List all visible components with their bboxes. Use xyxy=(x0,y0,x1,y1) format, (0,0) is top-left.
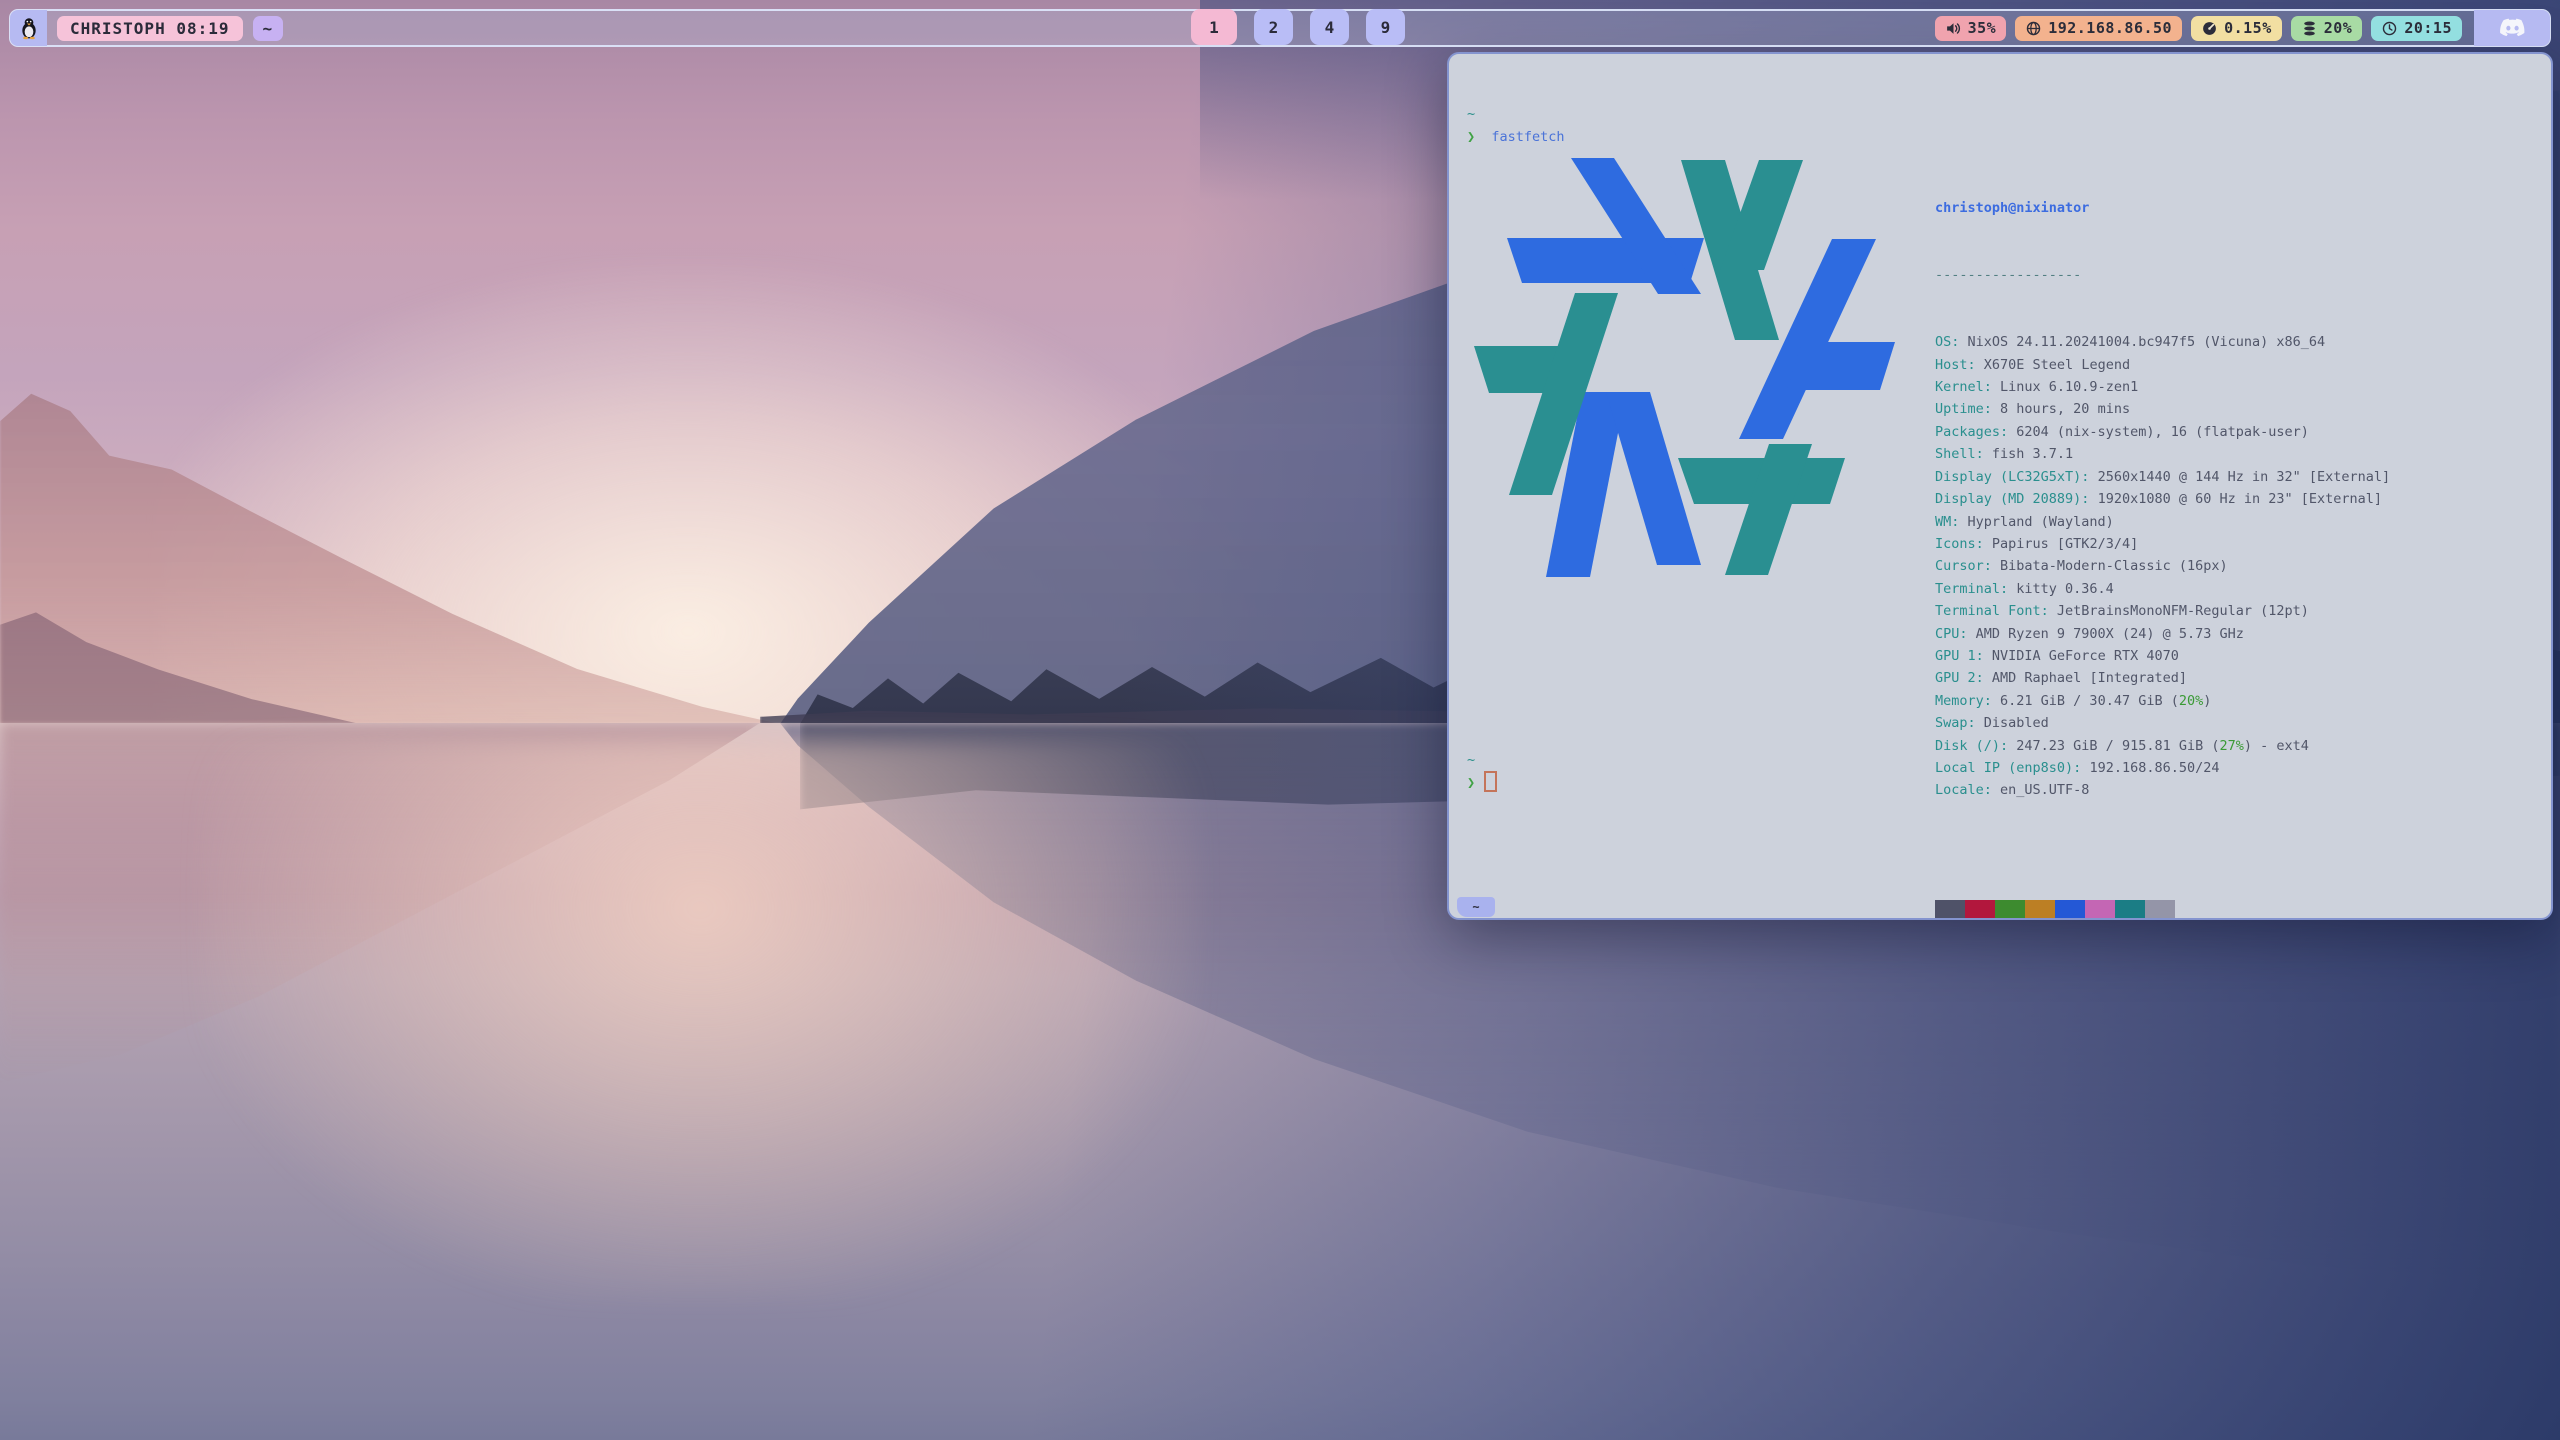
module-value: 192.168.86.50 xyxy=(2048,19,2172,37)
fastfetch-entry: Display (MD 20889): 1920x1080 @ 60 Hz in… xyxy=(1935,488,2390,510)
prompt-path-line: ~ xyxy=(1467,103,1475,125)
fastfetch-entry: Kernel: Linux 6.10.9-zen1 xyxy=(1935,376,2390,398)
workspace-button-1[interactable]: 1 xyxy=(1191,9,1237,45)
launcher-button[interactable] xyxy=(10,10,47,46)
fastfetch-entry: Disk (/): 247.23 GiB / 915.81 GiB (27%) … xyxy=(1935,735,2390,757)
memory-module[interactable]: 20% xyxy=(2291,16,2363,41)
fastfetch-title: christoph@nixinator xyxy=(1935,197,2390,219)
fastfetch-entry: Host: X670E Steel Legend xyxy=(1935,354,2390,376)
desktop: CHRISTOPH 08:19 ~ 1249 35% 192.168.86.50 0… xyxy=(0,0,2560,1440)
network-ip-module[interactable]: 192.168.86.50 xyxy=(2015,16,2182,41)
fastfetch-entry: OS: NixOS 24.11.20241004.bc947f5 (Vicuna… xyxy=(1935,331,2390,353)
terminal-tab[interactable]: ~ xyxy=(1457,897,1495,917)
tux-icon xyxy=(19,16,39,40)
module-value: 20% xyxy=(2324,19,2353,37)
globe-icon xyxy=(2025,20,2042,37)
fastfetch-separator: ------------------ xyxy=(1935,264,2390,286)
fastfetch-entry: Local IP (enp8s0): 192.168.86.50/24 xyxy=(1935,757,2390,779)
fastfetch-entry: Swap: Disabled xyxy=(1935,712,2390,734)
workspace-button-2[interactable]: 2 xyxy=(1254,9,1293,45)
clock-icon xyxy=(2381,20,2398,37)
discord-icon xyxy=(2499,18,2526,39)
workspace-button-9[interactable]: 9 xyxy=(1366,9,1405,45)
fastfetch-entry: Cursor: Bibata-Modern-Classic (16px) xyxy=(1935,555,2390,577)
fastfetch-entry: Uptime: 8 hours, 20 mins xyxy=(1935,398,2390,420)
module-value: 20:15 xyxy=(2404,19,2452,37)
fastfetch-entry: GPU 1: NVIDIA GeForce RTX 4070 xyxy=(1935,645,2390,667)
workspace-switcher: 1249 xyxy=(1191,9,1405,45)
fastfetch-entry: Display (LC32G5xT): 2560x1440 @ 144 Hz i… xyxy=(1935,466,2390,488)
prompt-line-2: ❯ xyxy=(1467,772,1497,794)
fastfetch-output: christoph@nixinator ------------------ O… xyxy=(1935,152,2390,920)
database-icon xyxy=(2301,20,2318,37)
fastfetch-entry: WM: Hyprland (Wayland) xyxy=(1935,511,2390,533)
fastfetch-entry: Memory: 6.21 GiB / 30.47 GiB (20%) xyxy=(1935,690,2390,712)
clock-module[interactable]: 20:15 xyxy=(2371,16,2462,41)
gauge-icon xyxy=(2201,20,2218,37)
terminal-tab-bar: ~ xyxy=(1449,894,2551,918)
fastfetch-entry: Icons: Papirus [GTK2/3/4] xyxy=(1935,533,2390,555)
user-clock-pill[interactable]: CHRISTOPH 08:19 xyxy=(57,16,243,41)
workspace-button-4[interactable]: 4 xyxy=(1310,9,1349,45)
top-bar: CHRISTOPH 08:19 ~ 1249 35% 192.168.86.50 0… xyxy=(0,0,2560,54)
bar-frame: CHRISTOPH 08:19 ~ 1249 35% 192.168.86.50 0… xyxy=(9,9,2551,47)
nixos-logo xyxy=(1452,142,1912,592)
bar-modules: 35% 192.168.86.50 0.15% 20% 20:15 xyxy=(1926,11,2549,45)
active-window-pill[interactable]: ~ xyxy=(253,16,284,41)
terminal-cursor xyxy=(1484,771,1497,792)
module-value: 35% xyxy=(1968,19,1997,37)
prompt-path-line-2: ~ xyxy=(1467,749,1475,771)
terminal-window[interactable]: ~ ❯ fastfetch christoph@nixinator ------… xyxy=(1447,52,2553,920)
cpu-load-module[interactable]: 0.15% xyxy=(2191,16,2282,41)
fastfetch-entry: Locale: en_US.UTF-8 xyxy=(1935,779,2390,801)
tray-discord-button[interactable] xyxy=(2474,10,2550,46)
volume-icon xyxy=(1945,20,1962,37)
fastfetch-entry: CPU: AMD Ryzen 9 7900X (24) @ 5.73 GHz xyxy=(1935,623,2390,645)
module-value: 0.15% xyxy=(2224,19,2272,37)
fastfetch-entry: Shell: fish 3.7.1 xyxy=(1935,443,2390,465)
fastfetch-entry: GPU 2: AMD Raphael [Integrated] xyxy=(1935,667,2390,689)
fastfetch-entry: Packages: 6204 (nix-system), 16 (flatpak… xyxy=(1935,421,2390,443)
fastfetch-entry: Terminal Font: JetBrainsMonoNFM-Regular … xyxy=(1935,600,2390,622)
volume-module[interactable]: 35% xyxy=(1935,16,2007,41)
fastfetch-entry: Terminal: kitty 0.36.4 xyxy=(1935,578,2390,600)
